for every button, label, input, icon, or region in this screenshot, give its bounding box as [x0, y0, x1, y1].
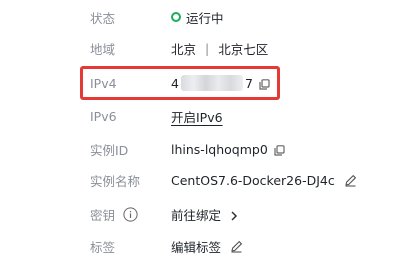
- region-row: 地域 北京 | 北京七区: [0, 35, 399, 61]
- ipv6-label: IPv6: [90, 108, 117, 124]
- chevron-right-icon: [230, 209, 238, 221]
- ipv4-prefix: 4: [171, 75, 179, 91]
- instance-id-row: 实例ID lhins-lqhoqmp0: [0, 136, 399, 162]
- region-zone: 北京七区: [218, 41, 269, 57]
- running-circle-icon: [171, 12, 181, 22]
- pencil-icon[interactable]: [230, 240, 243, 253]
- region-value: 北京 | 北京七区: [171, 39, 268, 58]
- region-separator: |: [205, 40, 210, 56]
- ipv4-value: 4 7: [171, 75, 270, 91]
- instance-name-label: 实例名称: [90, 173, 141, 189]
- enable-ipv6-link[interactable]: 开启IPv6: [171, 107, 223, 126]
- pencil-icon[interactable]: [344, 174, 357, 187]
- ipv4-redacted: [180, 75, 243, 91]
- ipv6-row: IPv6 开启IPv6: [0, 103, 399, 129]
- key-row: 密钥 前往绑定: [0, 201, 399, 227]
- region-city: 北京: [171, 41, 197, 57]
- status-text: 运行中: [186, 10, 224, 26]
- tags-label: 标签: [90, 239, 116, 255]
- status-label: 状态: [90, 10, 116, 26]
- info-icon[interactable]: [123, 206, 138, 222]
- bind-key-link[interactable]: 前往绑定: [171, 205, 238, 224]
- edit-tags-text: 编辑标签: [171, 239, 222, 255]
- status-row: 状态 运行中: [0, 4, 399, 30]
- status-value: 运行中: [171, 8, 224, 27]
- copy-icon[interactable]: [259, 78, 270, 90]
- key-label: 密钥: [90, 205, 138, 224]
- instance-id-text: lhins-lqhoqmp0: [171, 141, 268, 157]
- copy-icon[interactable]: [274, 144, 285, 156]
- ipv4-suffix: 7: [244, 75, 253, 91]
- instance-id-value: lhins-lqhoqmp0: [171, 142, 285, 157]
- region-label: 地域: [90, 41, 116, 57]
- key-label-text: 密钥: [90, 207, 116, 223]
- bind-key-text: 前往绑定: [171, 207, 222, 223]
- ipv4-label: IPv4: [90, 75, 117, 91]
- instance-name-value: CentOS7.6-Docker26-DJ4c: [171, 173, 357, 188]
- edit-tags-link[interactable]: 编辑标签: [171, 237, 243, 256]
- ipv4-row: IPv4 4 7: [0, 70, 399, 96]
- instance-name-row: 实例名称 CentOS7.6-Docker26-DJ4c: [0, 167, 399, 193]
- instance-id-label: 实例ID: [90, 142, 129, 158]
- tags-row: 标签 编辑标签: [0, 233, 399, 259]
- instance-name-text: CentOS7.6-Docker26-DJ4c: [171, 172, 335, 188]
